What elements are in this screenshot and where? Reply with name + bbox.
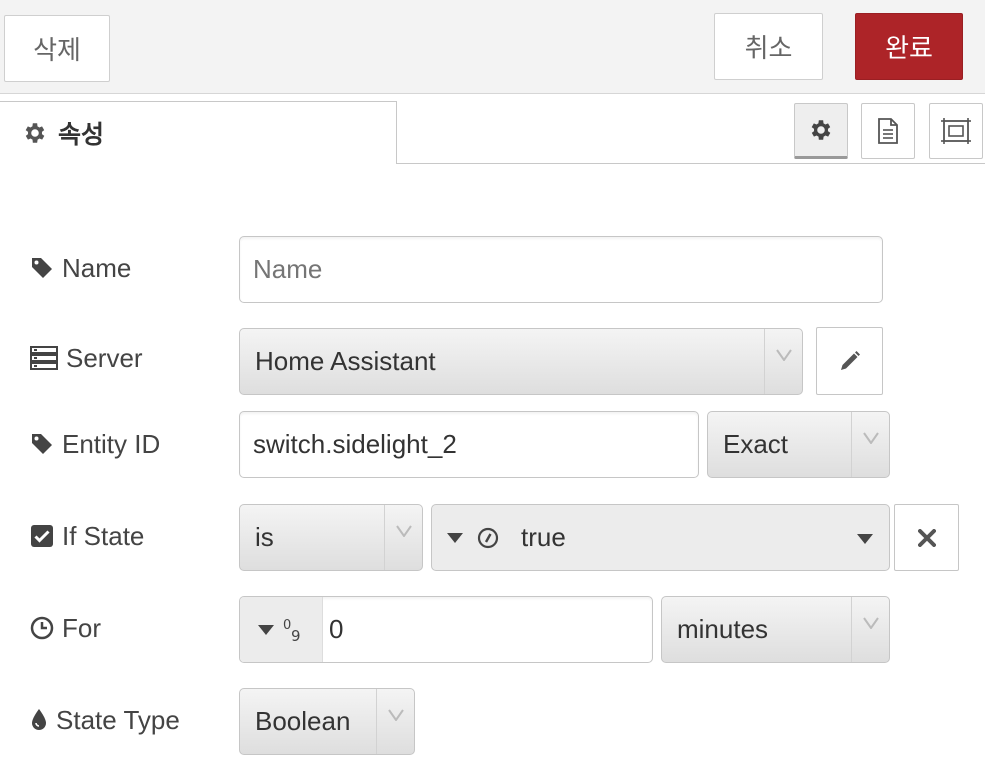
tint-icon bbox=[30, 708, 48, 732]
caret-down-icon bbox=[857, 534, 873, 544]
if-state-label: If State bbox=[30, 516, 144, 556]
entity-id-match-select[interactable]: Exact bbox=[707, 411, 890, 478]
tag-icon bbox=[30, 256, 54, 280]
chevron-down-icon bbox=[764, 329, 802, 394]
server-select-value: Home Assistant bbox=[255, 346, 436, 376]
if-state-value-select[interactable]: true bbox=[431, 504, 890, 571]
frame-icon bbox=[940, 117, 972, 145]
chevron-down-icon bbox=[376, 689, 414, 754]
name-input[interactable] bbox=[239, 236, 883, 303]
delete-button[interactable]: 삭제 bbox=[4, 15, 110, 82]
tab-description[interactable] bbox=[861, 103, 915, 159]
type-selector[interactable]: 09 bbox=[240, 597, 323, 662]
if-state-operator-select[interactable]: is bbox=[239, 504, 423, 571]
svg-text:9: 9 bbox=[291, 627, 301, 644]
gear-icon bbox=[22, 120, 48, 146]
caret-down-icon bbox=[447, 532, 463, 543]
for-input[interactable]: 09 0 bbox=[239, 596, 653, 663]
if-state-value: true bbox=[521, 522, 566, 552]
number-type-icon: 09 bbox=[282, 616, 304, 644]
tab-settings[interactable] bbox=[794, 103, 848, 159]
tab-appearance[interactable] bbox=[929, 103, 983, 159]
for-unit-select[interactable]: minutes bbox=[661, 596, 890, 663]
close-icon bbox=[917, 528, 936, 547]
state-type-select[interactable]: Boolean bbox=[239, 688, 415, 755]
state-type-value: Boolean bbox=[255, 706, 351, 736]
server-label: Server bbox=[30, 338, 143, 378]
edit-server-button[interactable] bbox=[816, 327, 883, 395]
clear-state-button[interactable] bbox=[894, 504, 959, 571]
tab-properties[interactable]: 속성 bbox=[0, 101, 397, 164]
chevron-down-icon bbox=[851, 597, 889, 662]
boolean-type-icon bbox=[477, 527, 499, 549]
tab-properties-label: 속성 bbox=[58, 120, 105, 149]
done-button[interactable]: 완료 bbox=[855, 13, 963, 80]
if-state-label-text: If State bbox=[62, 520, 145, 551]
document-icon bbox=[876, 117, 900, 145]
gear-icon bbox=[808, 117, 834, 143]
entity-id-input[interactable]: switch.sidelight_2 bbox=[239, 411, 699, 478]
toolbar bbox=[0, 0, 985, 94]
name-label: Name bbox=[30, 248, 131, 288]
name-label-text: Name bbox=[62, 252, 132, 283]
for-label: For bbox=[30, 608, 101, 648]
clock-icon bbox=[30, 616, 54, 640]
entity-id-label: Entity ID bbox=[30, 424, 160, 464]
chevron-down-icon bbox=[384, 505, 422, 570]
server-select[interactable]: Home Assistant bbox=[239, 328, 803, 395]
state-type-label-text: State Type bbox=[56, 704, 180, 735]
state-type-label: State Type bbox=[30, 700, 180, 740]
pencil-icon bbox=[838, 349, 862, 373]
if-state-operator-value: is bbox=[255, 522, 274, 552]
caret-down-icon bbox=[258, 624, 274, 635]
server-icon bbox=[30, 346, 58, 370]
entity-id-label-text: Entity ID bbox=[62, 428, 161, 459]
chevron-down-icon bbox=[851, 412, 889, 477]
for-label-text: For bbox=[62, 612, 101, 643]
tag-icon bbox=[30, 432, 54, 456]
for-unit-value: minutes bbox=[677, 614, 769, 644]
server-label-text: Server bbox=[66, 342, 143, 373]
for-value: 0 bbox=[329, 614, 344, 644]
entity-id-match-value: Exact bbox=[723, 429, 789, 459]
tab-divider bbox=[396, 163, 985, 164]
checkbox-checked-icon bbox=[30, 524, 54, 548]
cancel-button[interactable]: 취소 bbox=[714, 13, 823, 80]
